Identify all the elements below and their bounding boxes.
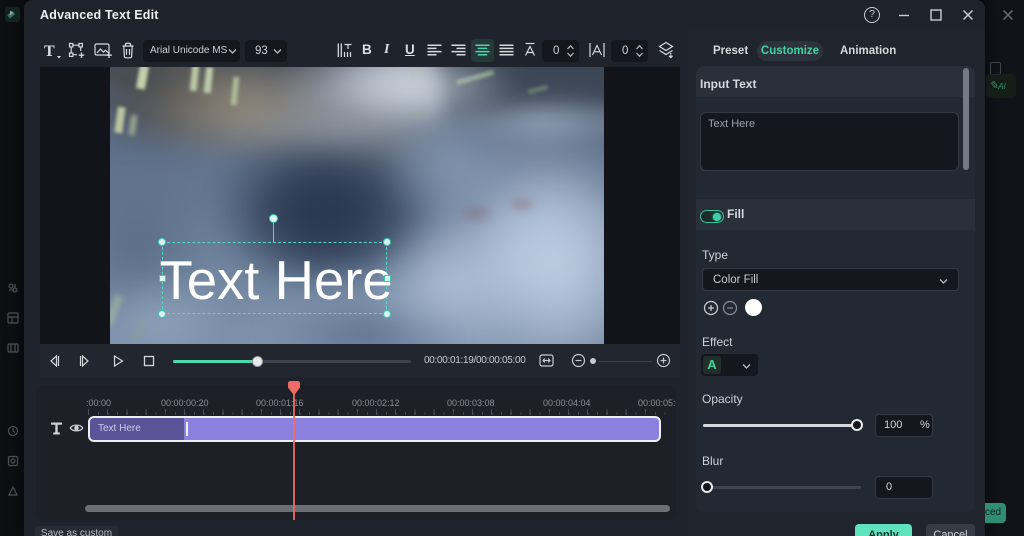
svg-text:T: T — [44, 43, 55, 60]
